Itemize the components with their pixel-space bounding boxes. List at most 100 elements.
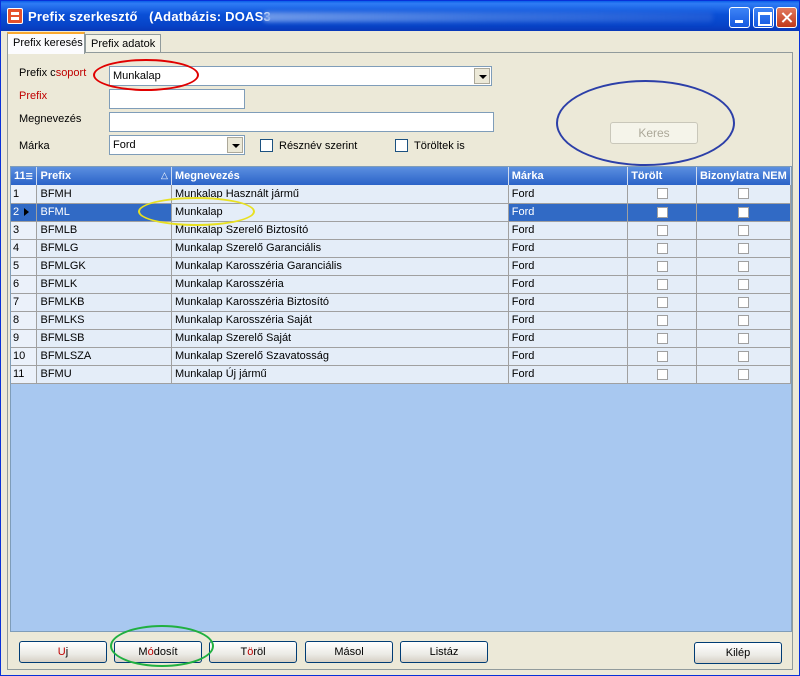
no-document-checkbox-cell bbox=[696, 293, 791, 312]
prefix-editor-window: Prefix szerkesztő (Adatbázis: DOAS3 Pref… bbox=[0, 0, 800, 676]
new-button[interactable]: Uj bbox=[19, 641, 107, 663]
exit-button[interactable]: Kilép bbox=[694, 642, 782, 664]
tab-prefix-data[interactable]: Prefix adatok bbox=[85, 34, 161, 53]
table-row[interactable]: 8 BFMLKS Munkalap Karosszéria Saját Ford bbox=[11, 311, 791, 330]
delete-button[interactable]: Töröl bbox=[209, 641, 297, 663]
name-input[interactable] bbox=[109, 112, 494, 132]
no-document-checkbox[interactable] bbox=[737, 332, 749, 344]
minimize-icon[interactable] bbox=[729, 7, 750, 28]
brand-cell: Ford bbox=[508, 329, 629, 348]
name-cell: Munkalap Karosszéria Saját bbox=[171, 311, 509, 330]
row-number: 1 bbox=[13, 187, 20, 200]
copy-button[interactable]: Másol bbox=[305, 641, 393, 663]
deleted-checkbox[interactable] bbox=[656, 350, 668, 362]
table-row[interactable]: 1 BFMH Munkalap Használt jármű Ford bbox=[11, 185, 791, 204]
name-label: Megnevezés bbox=[19, 113, 82, 125]
window-title: Prefix szerkesztő (Adatbázis: DOAS3 bbox=[28, 9, 271, 24]
deleted-checkbox[interactable] bbox=[656, 332, 668, 344]
no-document-checkbox[interactable] bbox=[737, 206, 749, 218]
row-number-cell[interactable]: 11 bbox=[11, 365, 38, 384]
column-header-deleted[interactable]: Törölt bbox=[627, 167, 697, 185]
partial-name-checkbox[interactable] bbox=[260, 139, 273, 152]
partial-name-label: Résznév szerint bbox=[279, 140, 358, 152]
prefix-grid[interactable]: 11☰ Prefix △ Megnevezés Márka Törölt Bizo… bbox=[10, 166, 792, 632]
deleted-checkbox[interactable] bbox=[656, 314, 668, 326]
brand-cell: Ford bbox=[508, 185, 629, 204]
deleted-checkbox[interactable] bbox=[656, 188, 668, 200]
no-document-checkbox[interactable] bbox=[737, 242, 749, 254]
column-header-brand[interactable]: Márka bbox=[508, 167, 629, 185]
show-deleted-checkbox[interactable] bbox=[395, 139, 408, 152]
row-number-cell[interactable]: 6 bbox=[11, 275, 38, 294]
prefix-cell: BFMLG bbox=[36, 239, 172, 258]
row-number-cell[interactable]: 8 bbox=[11, 311, 38, 330]
row-number-cell[interactable]: 7 bbox=[11, 293, 38, 312]
no-document-checkbox[interactable] bbox=[737, 350, 749, 362]
deleted-checkbox[interactable] bbox=[656, 260, 668, 272]
row-number-cell[interactable]: 2 bbox=[11, 203, 38, 222]
column-header-name[interactable]: Megnevezés bbox=[171, 167, 509, 185]
table-row[interactable]: 7 BFMLKB Munkalap Karosszéria Biztosító For… bbox=[11, 293, 791, 312]
row-number-cell[interactable]: 1 bbox=[11, 185, 38, 204]
deleted-checkbox[interactable] bbox=[656, 368, 668, 380]
prefix-input[interactable] bbox=[109, 89, 245, 109]
deleted-checkbox[interactable] bbox=[656, 224, 668, 236]
window-title-text: Prefix szerkesztő bbox=[28, 9, 138, 24]
modify-button[interactable]: Módosít bbox=[114, 641, 202, 663]
row-number-cell[interactable]: 9 bbox=[11, 329, 38, 348]
no-document-checkbox-cell bbox=[696, 275, 791, 294]
table-row[interactable]: 5 BFMLGK Munkalap Karosszéria Garanciális F… bbox=[11, 257, 791, 276]
deleted-checkbox-cell bbox=[627, 347, 697, 366]
no-document-checkbox[interactable] bbox=[737, 188, 749, 200]
title-bar[interactable]: Prefix szerkesztő (Adatbázis: DOAS3 bbox=[1, 1, 799, 31]
table-row[interactable]: 6 BFMLK Munkalap Karosszéria Ford bbox=[11, 275, 791, 294]
row-number-cell[interactable]: 10 bbox=[11, 347, 38, 366]
grid-header-row: 11☰ Prefix △ Megnevezés Márka Törölt Bizo… bbox=[11, 167, 791, 185]
deleted-checkbox-cell bbox=[627, 221, 697, 240]
deleted-checkbox[interactable] bbox=[656, 242, 668, 254]
table-row[interactable]: 11 BFMU Munkalap Új jármű Ford bbox=[11, 365, 791, 384]
column-header-prefix[interactable]: Prefix △ bbox=[36, 167, 172, 185]
app-icon bbox=[7, 8, 23, 24]
deleted-checkbox[interactable] bbox=[656, 296, 668, 308]
no-document-checkbox[interactable] bbox=[737, 368, 749, 380]
chevron-down-icon[interactable] bbox=[227, 137, 243, 153]
no-document-checkbox[interactable] bbox=[737, 314, 749, 326]
search-button[interactable]: Keres bbox=[610, 122, 698, 144]
no-document-checkbox[interactable] bbox=[737, 260, 749, 272]
row-number: 11 bbox=[13, 368, 25, 380]
prefix-group-combo[interactable]: Munkalap bbox=[109, 66, 492, 86]
deleted-checkbox-cell bbox=[627, 293, 697, 312]
table-row[interactable]: 10 BFMLSZA Munkalap Szerelő Szavatosság For… bbox=[11, 347, 791, 366]
prefix-cell: BFML bbox=[36, 203, 172, 222]
row-number-cell[interactable]: 4 bbox=[11, 239, 38, 258]
new-button-label: j bbox=[65, 646, 69, 658]
row-number-cell[interactable]: 3 bbox=[11, 221, 38, 240]
show-deleted-label: Töröltek is bbox=[414, 140, 465, 152]
chevron-down-icon[interactable] bbox=[474, 68, 490, 84]
table-row[interactable]: 9 BFMLSB Munkalap Szerelő Saját Ford bbox=[11, 329, 791, 348]
no-document-checkbox[interactable] bbox=[737, 296, 749, 308]
brand-cell: Ford bbox=[508, 347, 629, 366]
row-number: 4 bbox=[13, 242, 20, 254]
list-button[interactable]: Listáz bbox=[400, 641, 488, 663]
prefix-table: 11☰ Prefix △ Megnevezés Márka Törölt Bizo… bbox=[11, 167, 791, 384]
close-icon[interactable] bbox=[776, 7, 797, 28]
row-count-header[interactable]: 11☰ bbox=[11, 167, 38, 185]
row-number: 7 bbox=[13, 296, 20, 308]
table-row[interactable]: 3 BFMLB Munkalap Szerelő Biztosító Ford bbox=[11, 221, 791, 240]
no-document-checkbox[interactable] bbox=[737, 278, 749, 290]
table-row[interactable]: 2 BFML Munkalap Ford bbox=[11, 203, 791, 222]
maximize-icon[interactable] bbox=[753, 7, 774, 28]
tab-prefix-search[interactable]: Prefix keresés bbox=[7, 32, 85, 54]
brand-cell: Ford bbox=[508, 203, 629, 222]
no-document-checkbox-cell bbox=[696, 257, 791, 276]
deleted-checkbox[interactable] bbox=[656, 206, 668, 218]
table-row[interactable]: 4 BFMLG Munkalap Szerelő Garanciális Ford bbox=[11, 239, 791, 258]
prefix-cell: BFMLK bbox=[36, 275, 172, 294]
row-number-cell[interactable]: 5 bbox=[11, 257, 38, 276]
deleted-checkbox[interactable] bbox=[656, 278, 668, 290]
brand-combo[interactable]: Ford bbox=[109, 135, 245, 155]
column-header-no-document[interactable]: Bizonylatra NEM bbox=[696, 167, 791, 185]
no-document-checkbox[interactable] bbox=[737, 224, 749, 236]
